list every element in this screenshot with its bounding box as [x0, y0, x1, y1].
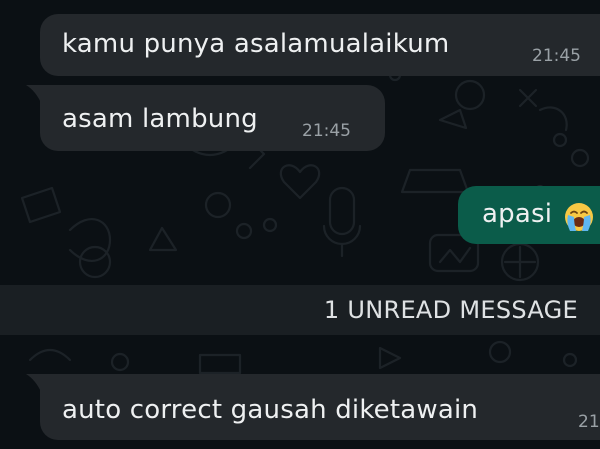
message-bubble-incoming[interactable]: asam lambung 21:45: [40, 85, 385, 151]
crying-face-emoji-icon: [565, 203, 593, 231]
message-bubble-incoming[interactable]: auto correct gausah diketawain 21: [40, 374, 600, 440]
message-text: asam lambung: [62, 104, 258, 134]
message-text: auto correct gausah diketawain: [62, 395, 479, 425]
message-text: kamu punya asalamualaikum: [62, 29, 450, 59]
chat-view[interactable]: kamu punya asalamualaikum 21:45 asam lam…: [0, 0, 600, 449]
unread-messages-banner: 1 UNREAD MESSAGE: [0, 285, 600, 335]
bubble-tail: [26, 374, 48, 394]
bubble-tail: [26, 85, 48, 105]
message-timestamp: 21: [578, 412, 600, 432]
message-text: apasi: [482, 199, 553, 229]
message-timestamp: 21:45: [302, 121, 351, 141]
message-bubble-outgoing[interactable]: apasi: [458, 186, 600, 244]
unread-messages-label: 1 UNREAD MESSAGE: [323, 296, 578, 324]
message-bubble-incoming[interactable]: kamu punya asalamualaikum 21:45: [40, 14, 600, 76]
message-timestamp: 21:45: [532, 46, 581, 66]
